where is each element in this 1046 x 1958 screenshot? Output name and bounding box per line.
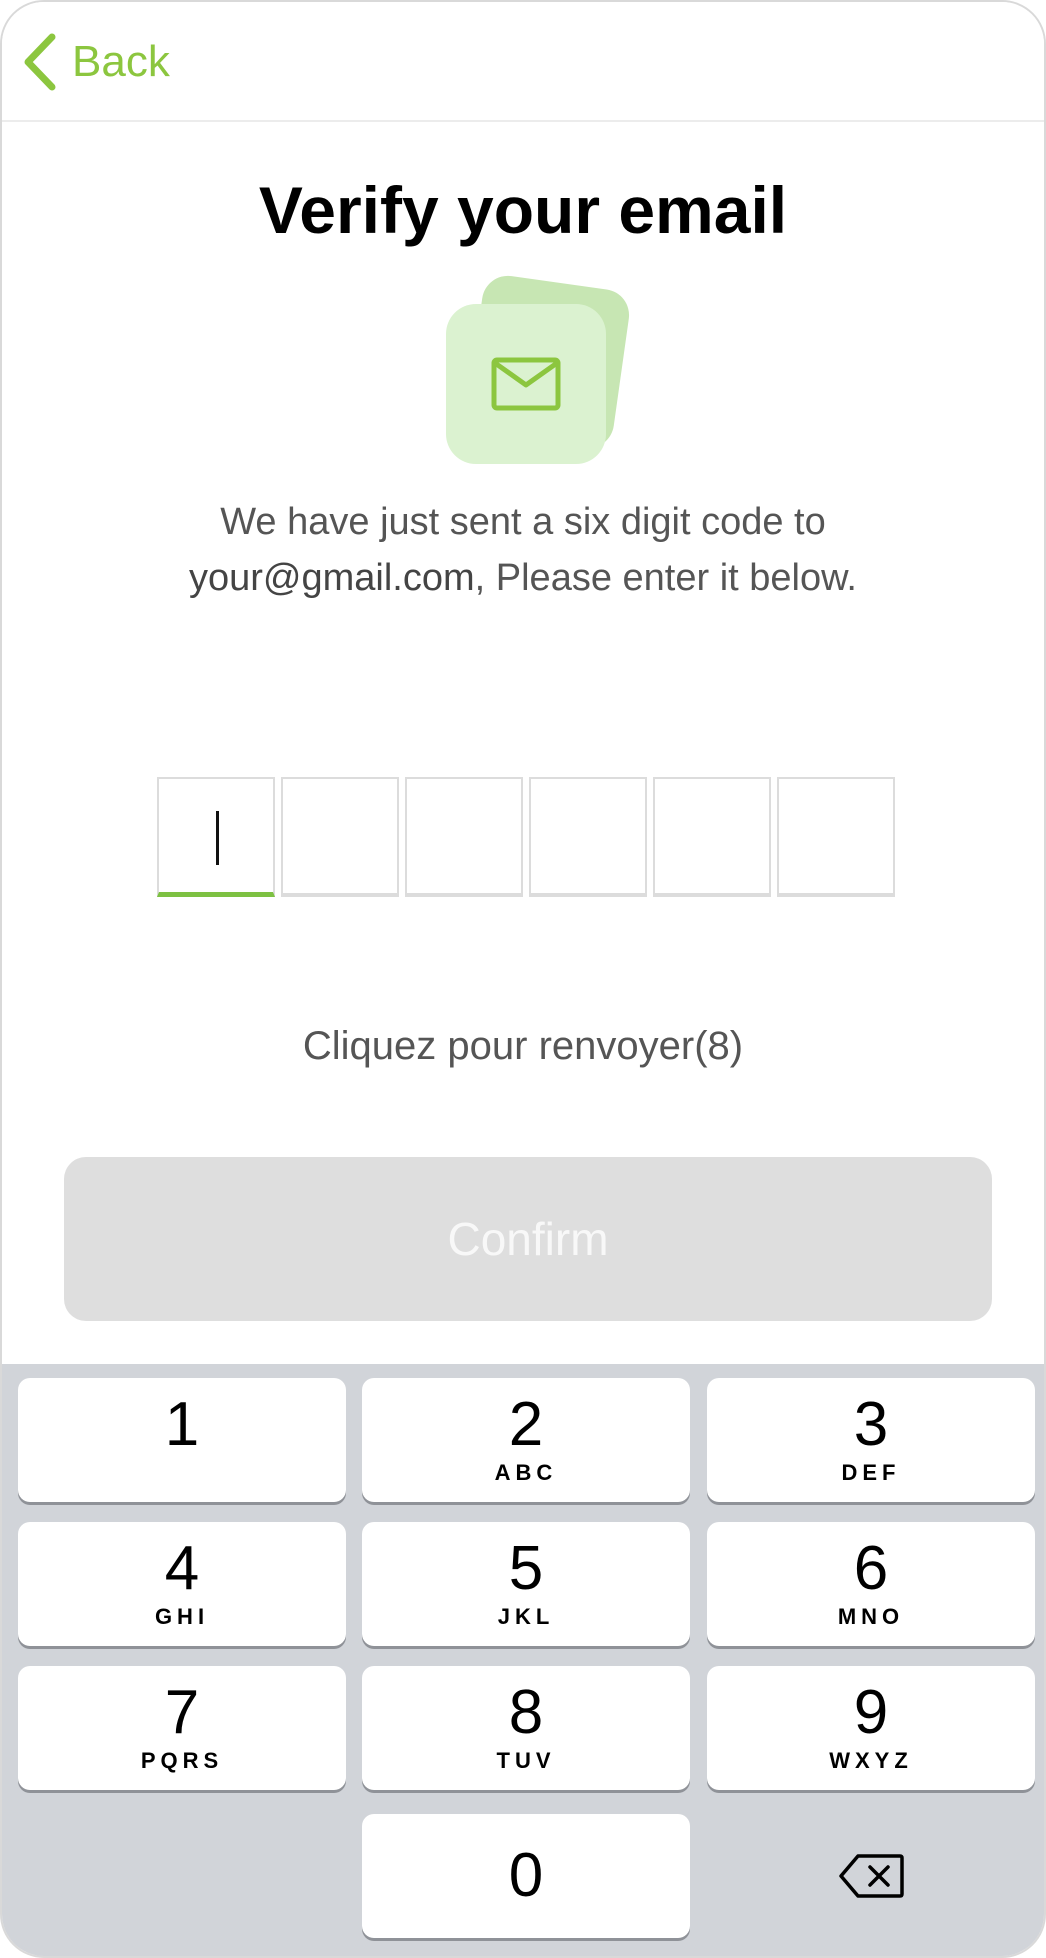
key-digit: 3 — [853, 1390, 889, 1459]
key-digit: 5 — [508, 1534, 544, 1603]
navigation-bar: Back — [2, 2, 1044, 122]
code-digit-4[interactable] — [529, 777, 647, 897]
code-digit-1[interactable] — [157, 777, 275, 897]
confirm-label: Confirm — [447, 1213, 609, 1265]
resend-code-link[interactable]: Cliquez pour renvoyer(8) — [2, 1024, 1044, 1069]
key-letters: DEF — [841, 1460, 901, 1485]
key-6[interactable]: 6 MNO — [707, 1522, 1035, 1646]
back-button[interactable]: Back — [22, 32, 170, 92]
key-letters: ABC — [494, 1460, 558, 1485]
key-digit: 2 — [508, 1390, 544, 1459]
text-cursor — [216, 811, 219, 865]
verify-email-screen: Back Verify your email We have just sent… — [0, 0, 1046, 1958]
key-digit: 7 — [164, 1678, 200, 1747]
code-input-group — [157, 777, 895, 897]
key-letters: PQRS — [140, 1748, 224, 1773]
key-7[interactable]: 7 PQRS — [18, 1666, 346, 1790]
key-digit: 0 — [508, 1841, 544, 1910]
instruction-text: We have just sent a six digit code to yo… — [2, 494, 1044, 606]
instruction-line-2-rest: , Please enter it below. — [474, 557, 857, 599]
page-title: Verify your email — [258, 173, 788, 247]
key-3[interactable]: 3 DEF — [707, 1378, 1035, 1502]
key-digit: 1 — [164, 1390, 200, 1459]
key-9[interactable]: 9 WXYZ — [707, 1666, 1035, 1790]
illustration-front-card — [446, 304, 606, 464]
code-digit-6[interactable] — [777, 777, 895, 897]
key-digit: 9 — [853, 1678, 889, 1747]
key-5[interactable]: 5 JKL — [362, 1522, 690, 1646]
instruction-line-1: We have just sent a six digit code to — [220, 501, 826, 543]
numeric-keypad: 1 2 ABC 3 DEF 4 GHI 5 JKL 6 MNO 7 PQRS 8 — [2, 1364, 1044, 1956]
code-digit-3[interactable] — [405, 777, 523, 897]
key-digit: 4 — [164, 1534, 200, 1603]
key-letters: JKL — [497, 1604, 555, 1629]
envelope-icon — [491, 357, 561, 411]
key-2[interactable]: 2 ABC — [362, 1378, 690, 1502]
confirm-button[interactable]: Confirm — [64, 1157, 992, 1321]
key-letters: GHI — [154, 1604, 210, 1629]
key-digit: 6 — [853, 1534, 889, 1603]
backspace-icon — [839, 1854, 904, 1898]
code-digit-5[interactable] — [653, 777, 771, 897]
instruction-line-2: your@gmail.com, Please enter it below. — [2, 550, 1044, 606]
key-4[interactable]: 4 GHI — [18, 1522, 346, 1646]
delete-key[interactable] — [707, 1814, 1035, 1938]
chevron-left-icon — [24, 33, 56, 91]
key-digit: 8 — [508, 1678, 544, 1747]
envelope-illustration — [444, 272, 634, 472]
code-digit-2[interactable] — [281, 777, 399, 897]
email-address: your@gmail.com — [189, 557, 475, 599]
back-label: Back — [72, 37, 170, 86]
key-8[interactable]: 8 TUV — [362, 1666, 690, 1790]
key-letters: TUV — [496, 1748, 556, 1773]
key-1[interactable]: 1 — [18, 1378, 346, 1502]
key-letters: MNO — [837, 1604, 905, 1629]
key-0[interactable]: 0 — [362, 1814, 690, 1938]
key-letters: WXYZ — [829, 1748, 913, 1773]
